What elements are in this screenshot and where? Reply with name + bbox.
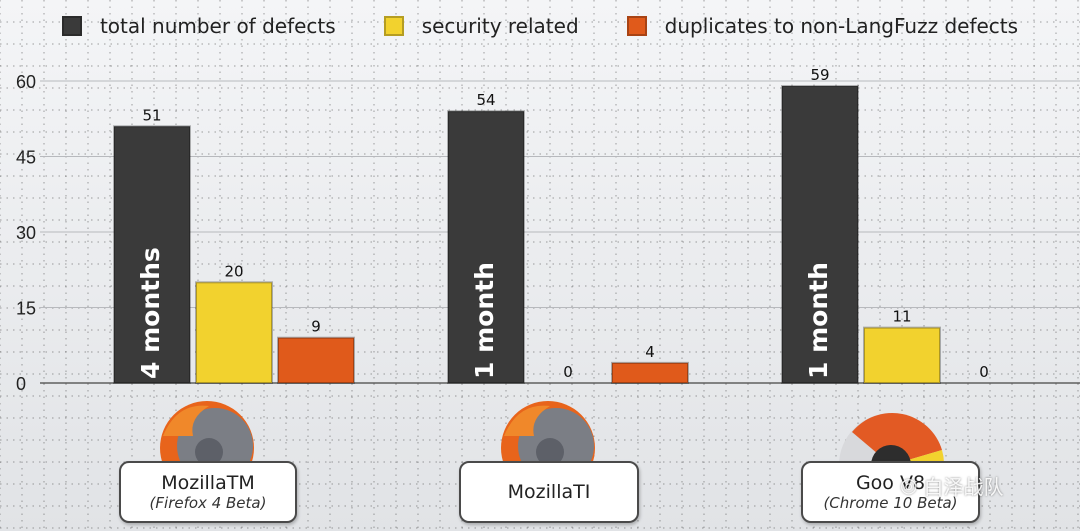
watermark-text: 白泽战队 [923, 474, 1004, 499]
legend-swatch-total [61, 16, 82, 36]
legend-item-total: total number of defects [61, 14, 336, 38]
data-label: 4 [645, 343, 655, 361]
bar-duration-label: 4 months [136, 247, 165, 379]
bar-security [195, 281, 273, 385]
data-label: 0 [979, 363, 989, 381]
y-tick-label: 15 [16, 299, 36, 319]
data-label: 0 [563, 363, 573, 381]
legend-label-security: security related [421, 14, 579, 38]
bar-duplicates [611, 361, 689, 385]
wechat-icon: ◎ [900, 473, 918, 497]
bar-duration-label: 1 month [470, 262, 499, 379]
data-label: 54 [476, 91, 495, 109]
data-label: 11 [892, 308, 911, 326]
legend-swatch-duplicates [626, 16, 647, 36]
y-tick-label: 45 [16, 148, 36, 168]
bar-security [863, 326, 941, 384]
y-tick-label: 60 [16, 72, 36, 92]
browser-label-mozillati: MozillaTI [459, 461, 639, 523]
legend-item-security: security related [383, 14, 579, 38]
browser-sub: (Firefox 4 Beta) [149, 494, 267, 512]
bar-chart: 0 15 30 45 60 51 4 months 20 9 54 1 month 0 4 59 1 mo… [0, 0, 1080, 531]
bar-duplicates [277, 336, 355, 385]
y-tick-label: 0 [16, 374, 26, 394]
bars: 51 4 months 20 9 54 1 month 0 4 59 1 month 11 0 [113, 66, 989, 385]
data-label: 59 [810, 66, 829, 84]
browser-label-mozillatm: MozillaTM (Firefox 4 Beta) [119, 461, 297, 523]
data-label: 20 [224, 262, 243, 280]
bar-duration-label: 1 month [804, 262, 833, 379]
data-label: 9 [311, 318, 321, 336]
data-label: 51 [142, 106, 161, 124]
browser-name: MozillaTI [507, 481, 591, 503]
legend-item-duplicates: duplicates to non-LangFuzz defects [626, 14, 1019, 38]
y-tick-label: 30 [16, 223, 36, 243]
watermark: ◎ 白泽战队 [900, 470, 1050, 500]
legend: total number of defects security related… [0, 10, 1080, 42]
legend-swatch-security [383, 16, 404, 36]
legend-label-total: total number of defects [99, 14, 336, 38]
browser-name: MozillaTM [161, 472, 255, 494]
legend-label-duplicates: duplicates to non-LangFuzz defects [664, 14, 1019, 38]
